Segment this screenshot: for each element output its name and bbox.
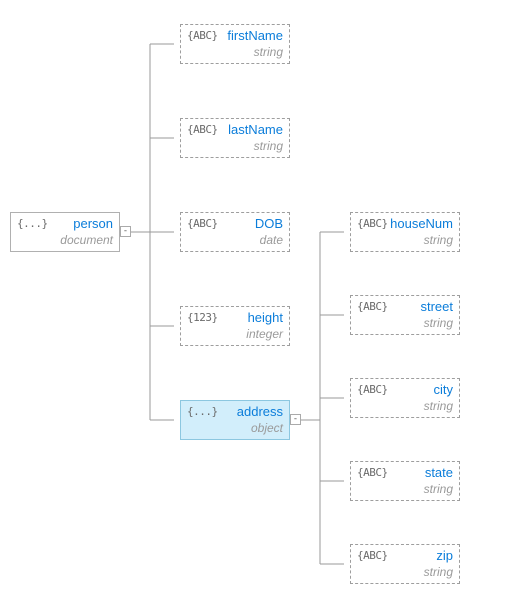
- node-label: DOB: [255, 216, 283, 231]
- node-label: street: [420, 299, 453, 314]
- node-city[interactable]: {ABC} city string: [350, 378, 460, 418]
- node-type: string: [424, 233, 453, 247]
- node-label: state: [425, 465, 453, 480]
- object-icon: {...}: [187, 405, 218, 418]
- string-icon: {ABC}: [357, 217, 388, 230]
- node-firstName[interactable]: {ABC} firstName string: [180, 24, 290, 64]
- node-DOB[interactable]: {ABC} DOB date: [180, 212, 290, 252]
- node-label: firstName: [227, 28, 283, 43]
- node-label: height: [248, 310, 283, 325]
- node-type: string: [424, 565, 453, 579]
- node-label: houseNum: [390, 216, 453, 231]
- node-label: city: [434, 382, 454, 397]
- string-icon: {ABC}: [187, 29, 218, 42]
- node-houseNum[interactable]: {ABC} houseNum string: [350, 212, 460, 252]
- node-state[interactable]: {ABC} state string: [350, 461, 460, 501]
- object-icon: {...}: [17, 217, 48, 230]
- node-label: lastName: [228, 122, 283, 137]
- string-icon: {ABC}: [357, 300, 388, 313]
- node-type: string: [254, 45, 283, 59]
- node-type: integer: [246, 327, 283, 341]
- string-icon: {ABC}: [187, 217, 218, 230]
- schema-diagram: {...} person document - {ABC} firstName …: [0, 0, 522, 598]
- string-icon: {ABC}: [187, 123, 218, 136]
- node-type: string: [424, 482, 453, 496]
- integer-icon: {123}: [187, 311, 218, 324]
- node-type: object: [251, 421, 283, 435]
- node-type: string: [254, 139, 283, 153]
- node-label: zip: [436, 548, 453, 563]
- node-zip[interactable]: {ABC} zip string: [350, 544, 460, 584]
- string-icon: {ABC}: [357, 466, 388, 479]
- string-icon: {ABC}: [357, 383, 388, 396]
- node-height[interactable]: {123} height integer: [180, 306, 290, 346]
- node-type: date: [260, 233, 283, 247]
- node-label: person: [73, 216, 113, 231]
- expander-person[interactable]: -: [120, 226, 131, 237]
- node-lastName[interactable]: {ABC} lastName string: [180, 118, 290, 158]
- node-address[interactable]: {...} address object: [180, 400, 290, 440]
- node-type: document: [60, 233, 113, 247]
- node-person[interactable]: {...} person document: [10, 212, 120, 252]
- node-label: address: [237, 404, 283, 419]
- node-type: string: [424, 399, 453, 413]
- expander-address[interactable]: -: [290, 414, 301, 425]
- string-icon: {ABC}: [357, 549, 388, 562]
- node-street[interactable]: {ABC} street string: [350, 295, 460, 335]
- node-type: string: [424, 316, 453, 330]
